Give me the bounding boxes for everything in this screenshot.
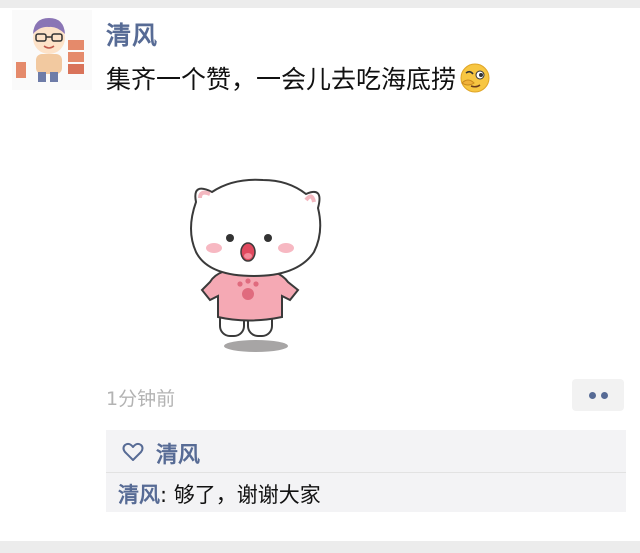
avatar-cartoon-icon [12,10,92,90]
sticker-image[interactable] [178,172,328,362]
likes-row: 清风 [106,430,626,472]
comment-author[interactable]: 清风 [118,483,160,507]
cat-sticker-icon [190,178,322,352]
post-text: 集齐一个赞，一会儿去吃海底捞 [106,65,457,94]
avatar[interactable] [12,10,92,90]
comment-text: 够了，谢谢大家 [173,483,321,507]
more-actions-button[interactable] [572,379,624,411]
likes-and-comments-panel: 清风 清风: 够了，谢谢大家 [106,430,626,512]
comment-separator: : [160,483,174,507]
top-separator [0,0,640,8]
two-dots-icon [588,391,596,399]
bottom-separator [0,541,640,553]
two-dots-icon-second [600,391,608,399]
post-timestamp: 1分钟前 [106,388,176,410]
face-with-eye-wink-icon [460,63,490,93]
heart-outline-icon [122,442,144,461]
comment-item[interactable]: 清风: 够了，谢谢大家 [118,479,321,509]
liker-name[interactable]: 清风 [156,437,200,469]
post-author-name[interactable]: 清风 [106,16,158,52]
comment-divider [106,472,626,473]
post-text-row: 集齐一个赞，一会儿去吃海底捞 [106,60,492,96]
